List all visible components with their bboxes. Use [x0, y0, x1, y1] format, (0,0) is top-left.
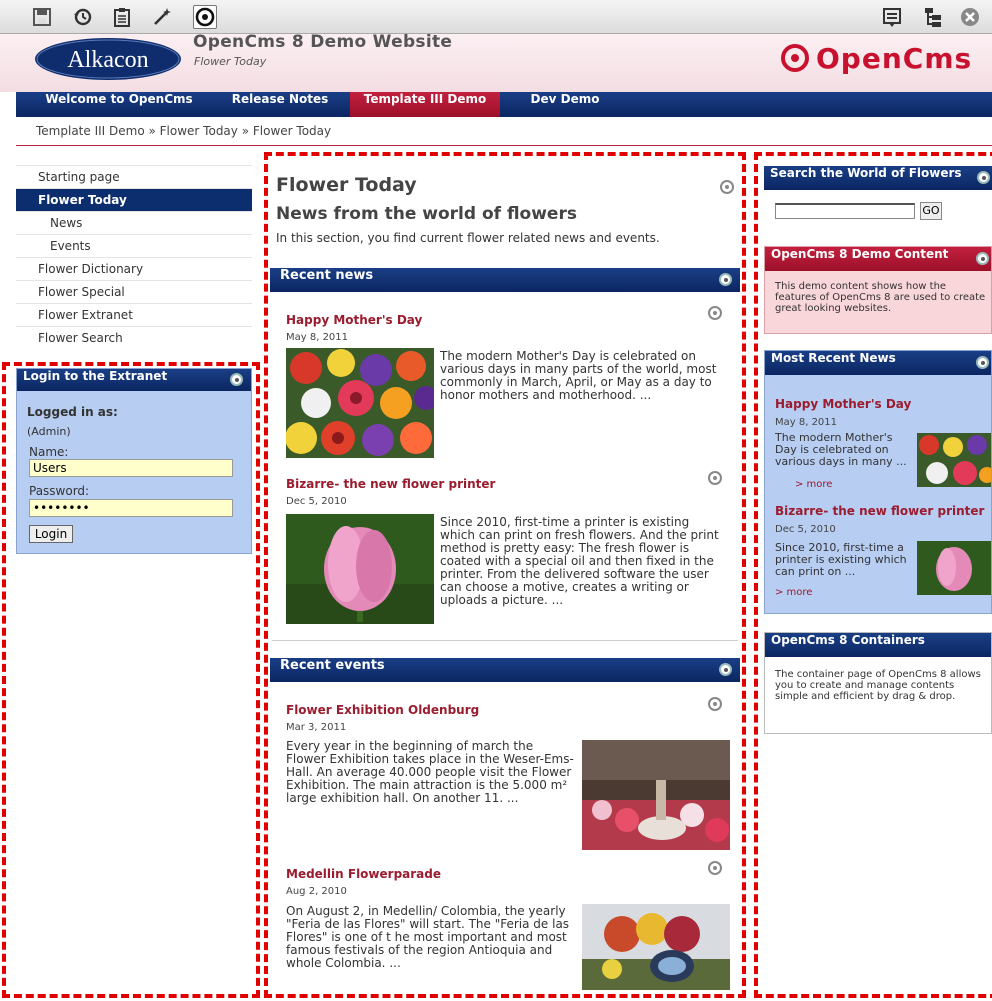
nav-template-demo[interactable]: Template III Demo [350, 92, 500, 117]
right-container-outline [754, 152, 992, 998]
leftnav-flower-special[interactable]: Flower Special [16, 280, 252, 303]
nav-welcome[interactable]: Welcome to OpenCms [24, 92, 214, 117]
publish-list-icon[interactable] [880, 5, 904, 29]
breadcrumb-separator: » [148, 124, 156, 138]
magic-wand-icon[interactable] [150, 5, 174, 29]
svg-text:Alkacon: Alkacon [67, 47, 148, 73]
alkacon-logo[interactable]: Alkacon [34, 37, 182, 81]
leftnav-flower-dictionary[interactable]: Flower Dictionary [16, 257, 252, 280]
breadcrumb-item: Flower Today [252, 124, 332, 138]
breadcrumb-item[interactable]: Template III Demo [36, 124, 145, 138]
site-header: Alkacon OpenCms 8 Demo Website Flower To… [0, 34, 992, 92]
breadcrumb-separator: » [241, 124, 250, 138]
editor-toolbar [0, 0, 992, 34]
nav-release-notes[interactable]: Release Notes [216, 92, 344, 117]
leftnav-news[interactable]: News [16, 211, 252, 234]
left-container-outline [2, 362, 260, 998]
sitemap-icon[interactable] [921, 5, 945, 29]
center-container-outline [264, 152, 746, 998]
leftnav-flower-search[interactable]: Flower Search [16, 326, 252, 349]
breadcrumb: Template III Demo » Flower Today » Flowe… [16, 118, 992, 146]
site-title: OpenCms 8 Demo Website [193, 34, 453, 52]
leftnav-flower-today[interactable]: Flower Today [16, 188, 252, 211]
exit-icon[interactable] [958, 5, 982, 29]
opencms-logo[interactable]: OpenCms [780, 42, 972, 75]
selection-mode-icon[interactable] [193, 5, 217, 29]
history-icon[interactable] [71, 5, 95, 29]
nav-dev-demo[interactable]: Dev Demo [500, 92, 630, 117]
site-subtitle: Flower Today [194, 55, 267, 68]
leftnav-flower-extranet[interactable]: Flower Extranet [16, 303, 252, 326]
clipboard-icon[interactable] [110, 5, 134, 29]
left-navigation: Starting page Flower Today News Events F… [16, 165, 252, 349]
leftnav-starting-page[interactable]: Starting page [16, 165, 252, 188]
main-navigation: Welcome to OpenCms Release Notes Templat… [16, 92, 992, 117]
breadcrumb-item[interactable]: Flower Today [160, 124, 238, 138]
leftnav-events[interactable]: Events [16, 234, 252, 257]
save-icon[interactable] [30, 5, 54, 29]
